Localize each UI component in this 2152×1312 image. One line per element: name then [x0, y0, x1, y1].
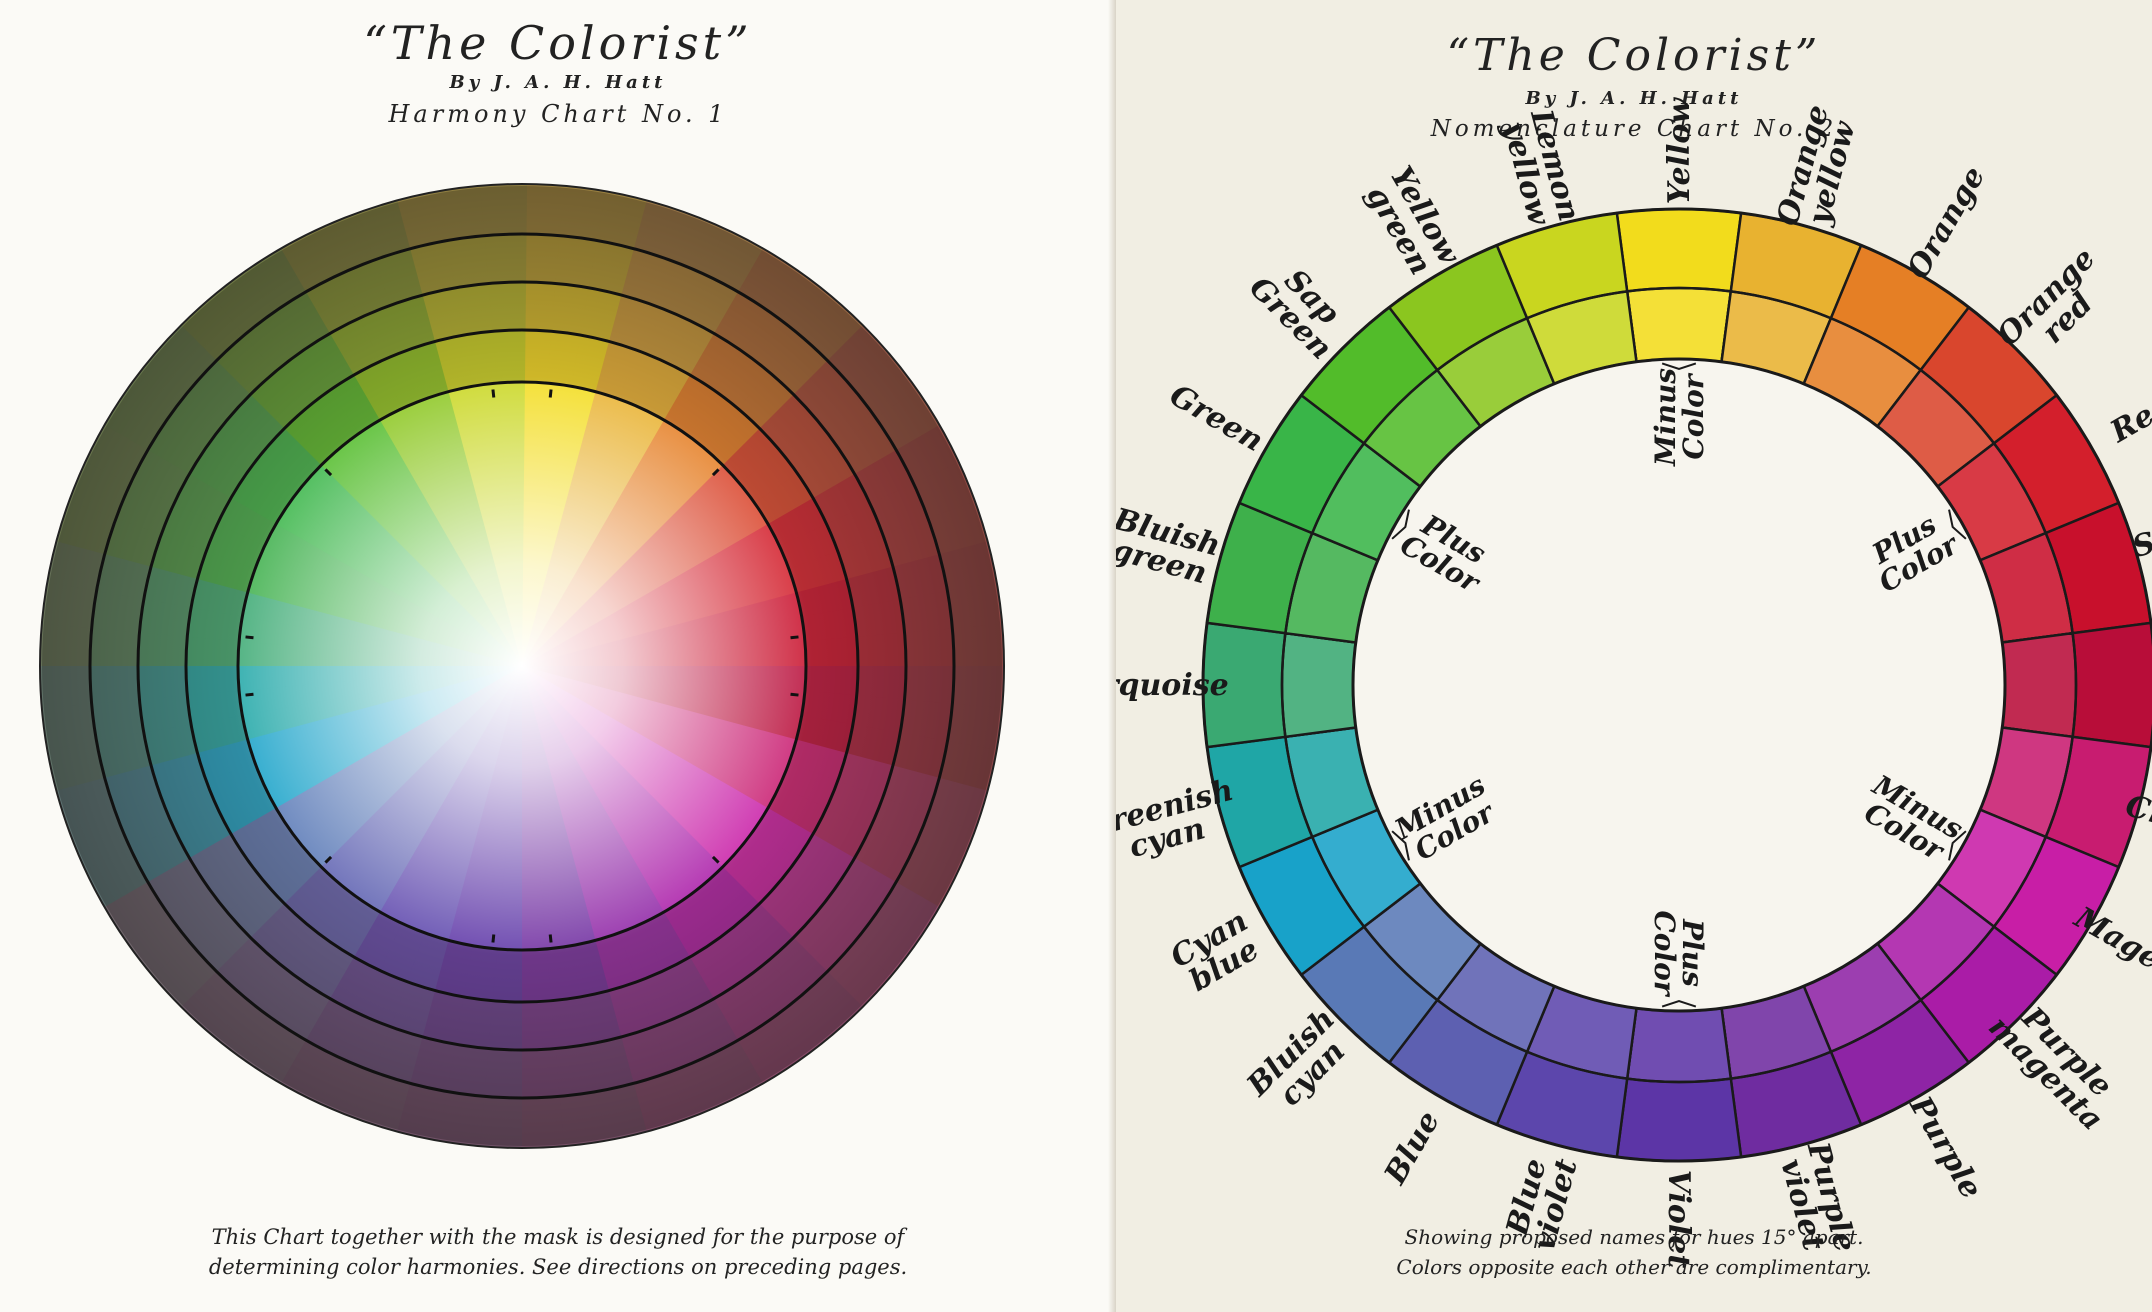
hue-label-group: Green — [1164, 378, 1269, 459]
nomenclature-wheel: Yellow Orangeyellow OrangeOrangeredRedScar… — [1116, 97, 2152, 1268]
inner-label-group: MinusColor — [1649, 368, 1710, 467]
right-page: “The Colorist” By J. A. H. Hatt Nomencla… — [1116, 0, 2152, 1312]
hue-label-group: Orangeyellow — [1770, 101, 1863, 229]
left-caption: This Chart together with the mask is des… — [0, 1222, 1116, 1282]
center-tick — [548, 389, 553, 398]
hue-label-group: Yellow — [1662, 97, 1697, 205]
hue-label-group: Lemonyellow — [1495, 105, 1586, 230]
right-caption-line2: Colors opposite each other are complimen… — [1396, 1255, 1872, 1279]
hue-label-group: Bluishgreen — [1116, 502, 1224, 592]
hue-segment-inner — [2000, 631, 2078, 739]
center-tick — [790, 692, 799, 697]
center-tick — [548, 934, 553, 943]
center-tick — [790, 635, 799, 640]
inner-label: Color — [1648, 910, 1681, 997]
right-caption-line1: Showing proposed names for hues 15° apar… — [1404, 1225, 1864, 1249]
center-tick — [245, 692, 254, 697]
hue-label-group: Blue — [1377, 1105, 1447, 1191]
hue-label: Magenta — [2068, 900, 2152, 1005]
hue-segment-inner — [1280, 631, 1358, 739]
left-caption-line2: determining color harmonies. See directi… — [208, 1255, 908, 1279]
hue-label: Green — [1164, 378, 1269, 459]
hue-segment-inner — [1625, 1006, 1733, 1084]
hue-label: Purple — [1902, 1090, 1989, 1205]
hue-label-group: Purplemagenta — [1982, 1000, 2119, 1138]
hue-label-group: Magenta — [2068, 900, 2152, 1005]
hue-label-group: Purple — [1902, 1090, 1989, 1205]
center-tick — [491, 389, 496, 398]
inner-label-group: PlusColor — [1648, 910, 1709, 997]
hue-label-group: Turquoise — [1116, 668, 1229, 703]
center-tick — [245, 635, 254, 640]
hue-label: Orange — [1900, 161, 1992, 285]
left-caption-line1: This Chart together with the mask is des… — [211, 1225, 905, 1249]
hue-label: Blue — [1377, 1105, 1447, 1191]
hue-label: Turquoise — [1116, 668, 1229, 703]
white-center-glow — [232, 376, 812, 956]
left-page: “The Colorist” By J. A. H. Hatt Harmony … — [0, 0, 1116, 1312]
right-caption: Showing proposed names for hues 15° apar… — [1116, 1222, 2152, 1282]
hue-label-group: Orange — [1900, 161, 1992, 285]
hue-label-group: Cyanblue — [1165, 904, 1265, 999]
hue-label: Red — [2104, 387, 2152, 450]
center-tick — [491, 934, 496, 943]
inner-label: Color — [1677, 372, 1710, 459]
hue-segment-inner — [1625, 286, 1733, 364]
hue-label-group: Red — [2104, 387, 2152, 450]
harmony-wheel — [39, 183, 1005, 1149]
hue-label: Yellow — [1662, 97, 1697, 205]
